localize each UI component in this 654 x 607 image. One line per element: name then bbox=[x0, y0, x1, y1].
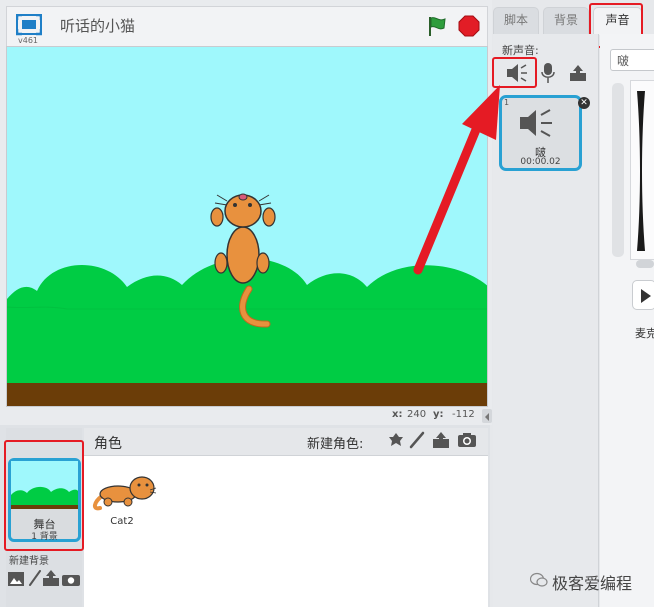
upload-sound-icon[interactable] bbox=[569, 64, 587, 82]
waveform-area[interactable] bbox=[630, 80, 654, 260]
x-label: x: bbox=[392, 409, 403, 420]
microphone-icon[interactable] bbox=[541, 62, 555, 84]
camera-sprite-icon[interactable] bbox=[457, 431, 476, 449]
record-label: 麦克 bbox=[635, 327, 654, 340]
stop-icon[interactable] bbox=[458, 15, 480, 37]
sprite-library-icon[interactable] bbox=[387, 431, 405, 449]
collapse-stage-button[interactable] bbox=[482, 409, 492, 423]
camera-backdrop-icon[interactable] bbox=[62, 571, 80, 586]
new-backdrop-label: 新建背景 bbox=[9, 556, 49, 567]
project-title[interactable]: 听话的小猫 bbox=[60, 15, 135, 36]
annotation-arrow bbox=[413, 85, 500, 275]
sprite-header-label: 角色 bbox=[94, 436, 122, 452]
y-label: y: bbox=[433, 409, 444, 420]
backdrop-library-icon[interactable] bbox=[8, 571, 24, 586]
paint-sprite-icon[interactable] bbox=[408, 431, 426, 449]
paint-backdrop-icon[interactable] bbox=[28, 570, 42, 586]
sound-name-input[interactable] bbox=[610, 49, 654, 71]
delete-sound-icon[interactable]: ✕ bbox=[578, 97, 590, 109]
new-sprite-label: 新建角色: bbox=[307, 437, 364, 452]
y-value: -112 bbox=[452, 409, 475, 420]
sprite-card-name: Cat2 bbox=[110, 516, 134, 527]
x-value: 240 bbox=[407, 409, 427, 420]
coords-bar: x: 240 y: -112 bbox=[6, 407, 486, 424]
new-sound-label: 新声音: bbox=[502, 44, 539, 57]
tab-scripts[interactable]: 脚本 bbox=[493, 7, 539, 34]
version-label: v461 bbox=[18, 36, 39, 45]
wechat-icon bbox=[529, 572, 548, 588]
sprite-header bbox=[84, 428, 488, 456]
fullscreen-icon[interactable] bbox=[15, 13, 43, 36]
upload-sprite-icon[interactable] bbox=[432, 431, 450, 449]
upload-backdrop-icon[interactable] bbox=[43, 570, 59, 586]
volume-scrollbar[interactable] bbox=[612, 83, 624, 257]
play-sound-button[interactable] bbox=[632, 280, 654, 310]
tab-backdrops[interactable]: 背景 bbox=[543, 7, 589, 34]
watermark-text: 极客爱编程 bbox=[552, 574, 633, 593]
stage-highlight-box bbox=[4, 440, 84, 551]
sound-card-duration: 00:00.02 bbox=[520, 157, 561, 167]
green-flag-icon[interactable] bbox=[426, 15, 448, 37]
horizontal-scrollbar[interactable] bbox=[636, 260, 654, 268]
